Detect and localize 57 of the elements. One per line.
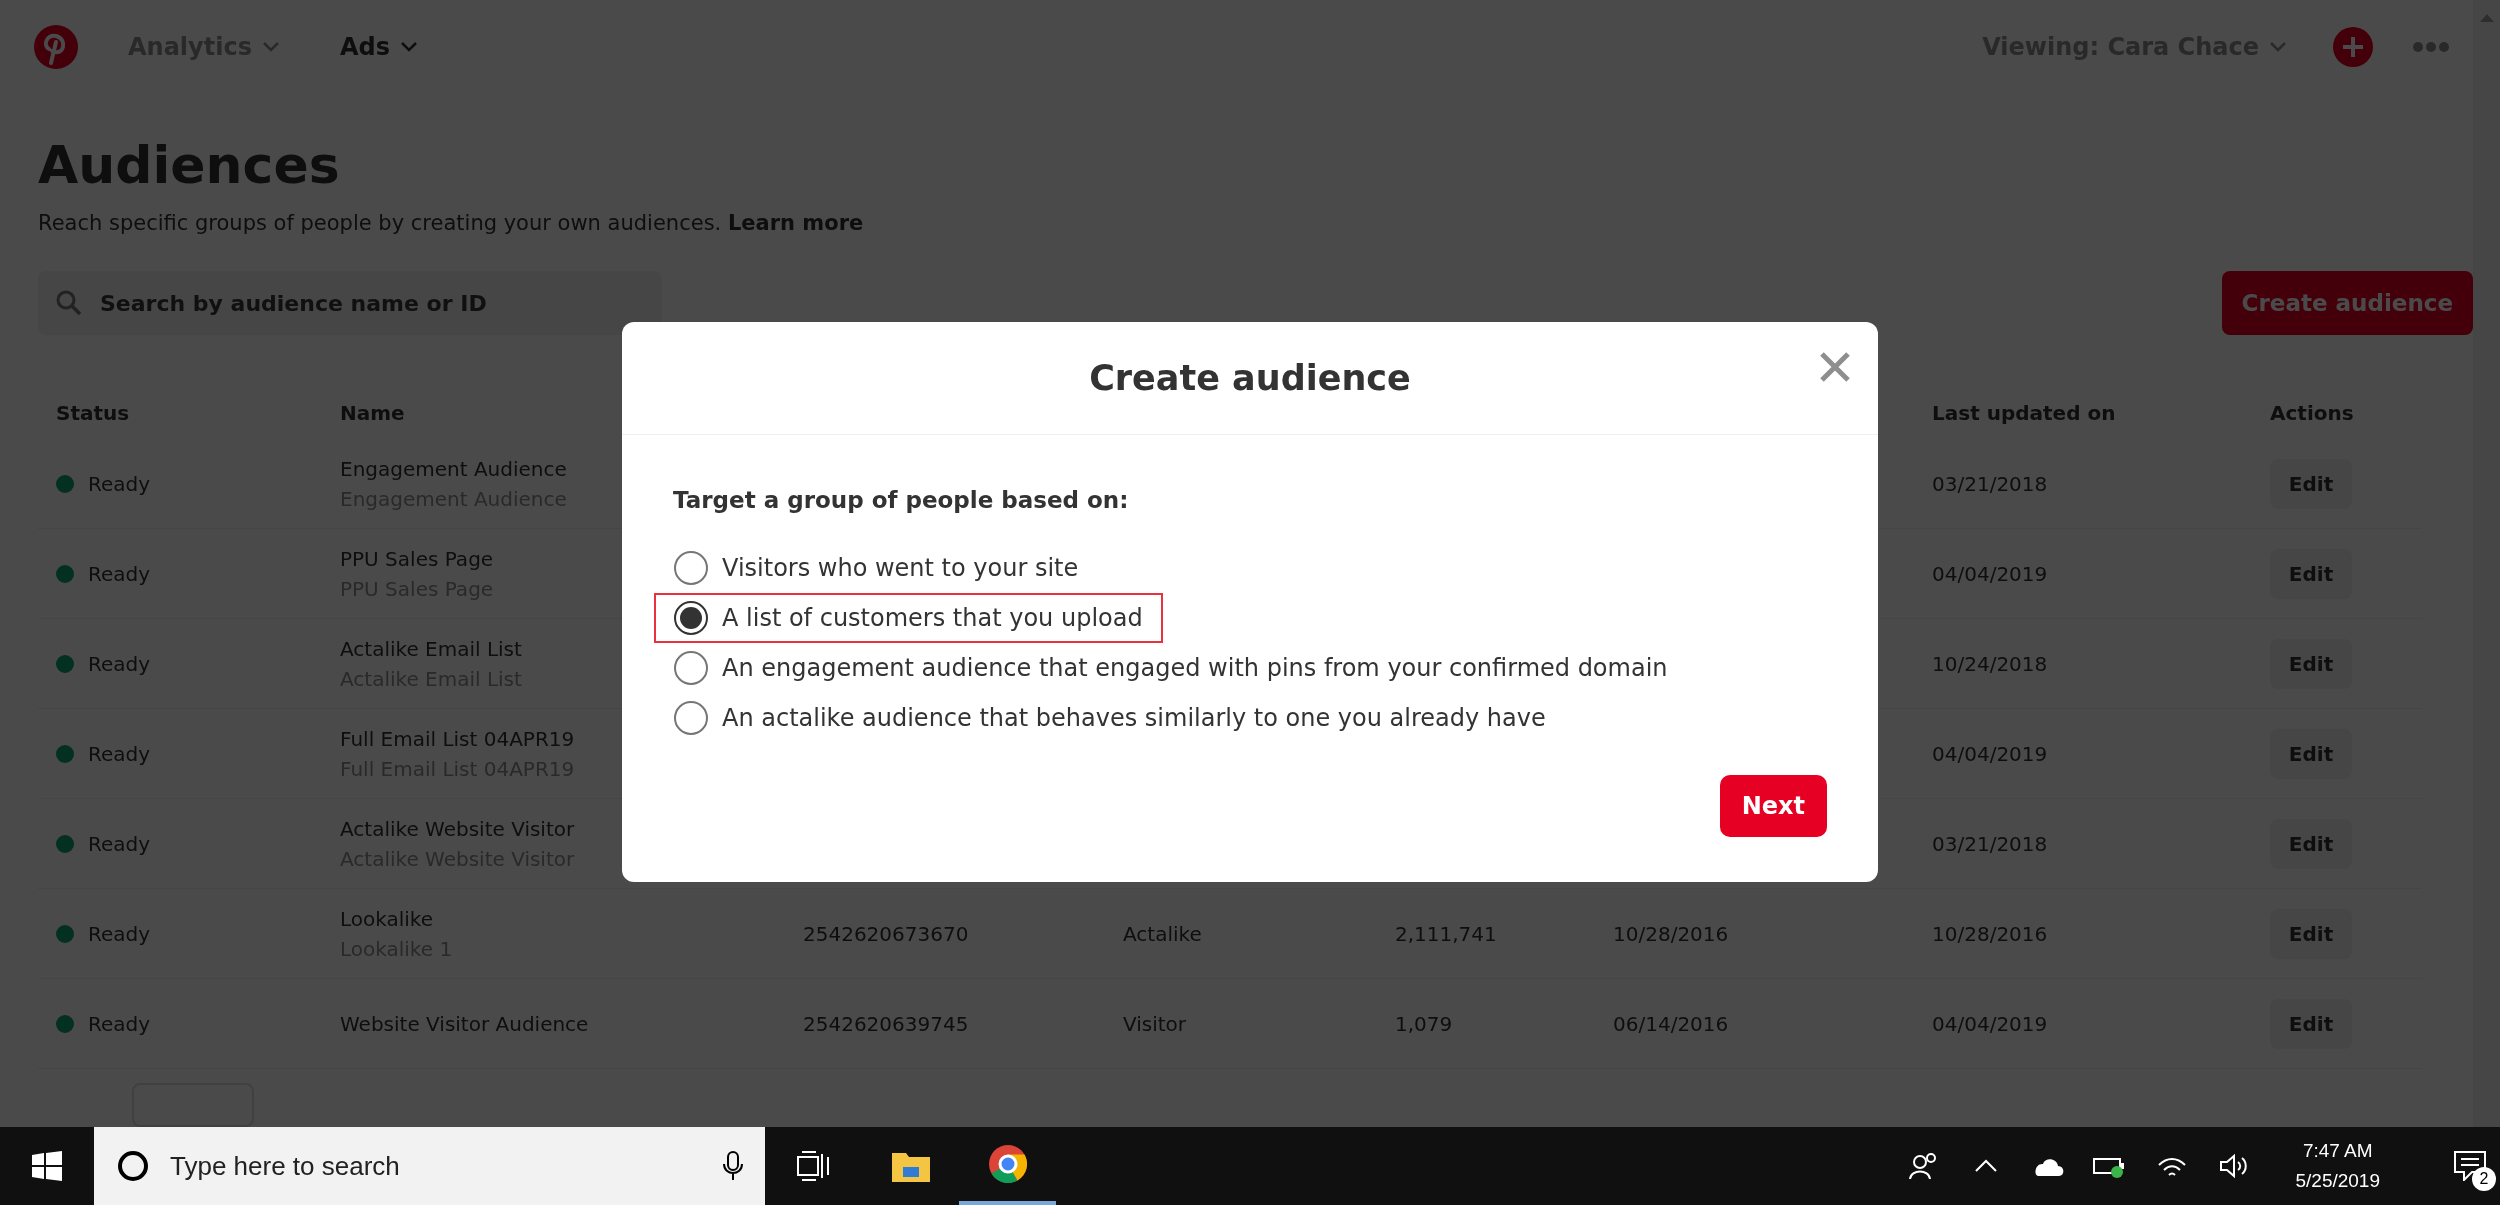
table-cell-text: 10/28/2016 xyxy=(1932,921,2049,946)
time-text: 7:47 AM xyxy=(2302,1140,2373,1162)
status-text: Ready xyxy=(88,561,151,586)
table-cell-text: Visitor xyxy=(1123,1011,1188,1036)
radio-button[interactable] xyxy=(674,551,708,585)
close-icon[interactable] xyxy=(1818,350,1852,384)
radio-button[interactable] xyxy=(674,601,708,635)
table-cell-text: 2,111,741 xyxy=(1395,921,1498,946)
table-cell-text: 04/04/2019 xyxy=(1932,561,2049,586)
status-text: Ready xyxy=(88,1011,151,1036)
table-cell-text: 1,079 xyxy=(1395,1011,1454,1036)
audience-name: PPU Sales Page xyxy=(340,546,494,571)
dialog-title: Create audience xyxy=(1089,358,1411,398)
audience-name: Engagement Audience xyxy=(340,456,567,481)
volume-icon[interactable] xyxy=(2219,1153,2250,1179)
chevron-up-icon[interactable] xyxy=(1974,1159,1999,1173)
audience-name: Lookalike xyxy=(340,906,434,931)
table-cell-text: 03/21/2018 xyxy=(1932,831,2049,856)
column-header: Status xyxy=(55,401,131,425)
status-text: Ready xyxy=(88,471,151,496)
audience-name: Actalike Website Visitor xyxy=(340,816,575,841)
status-text: Ready xyxy=(88,741,151,766)
table-cell-text: 03/21/2018 xyxy=(1932,471,2049,496)
audience-name: Website Visitor Audience xyxy=(340,1011,589,1036)
status-text: Ready xyxy=(88,921,151,946)
table-cell-text: 2542620673670 xyxy=(803,921,970,946)
column-header: Name xyxy=(340,401,406,425)
status-text: Ready xyxy=(88,831,151,856)
audience-type-option[interactable]: An engagement audience that engaged with pins from your confirmed domain xyxy=(654,643,1688,693)
table-cell-text: 06/14/2016 xyxy=(1613,1011,1730,1036)
table-cell-text: 2542620639745 xyxy=(803,1011,970,1036)
radio-button[interactable] xyxy=(674,651,708,685)
windows-start-icon[interactable] xyxy=(32,1151,62,1181)
column-header: Actions xyxy=(2270,401,2355,425)
taskbar-search-field[interactable]: Type here to search xyxy=(94,1127,765,1205)
task-view-icon[interactable] xyxy=(796,1151,831,1181)
clock[interactable]: 7:47 AM 5/25/2019 xyxy=(2265,1140,2410,1192)
column-header: Last updated on xyxy=(1932,401,2117,425)
audience-type-option[interactable]: Visitors who went to your site xyxy=(654,543,1099,593)
table-cell-text: 10/28/2016 xyxy=(1613,921,1730,946)
table-cell-text: 04/04/2019 xyxy=(1932,1011,2049,1036)
audience-name: Actalike Email List xyxy=(340,636,522,661)
status-text: Ready xyxy=(88,651,151,676)
browser-icon[interactable] xyxy=(987,1144,1028,1184)
dialog-prompt: Target a group of people based on: xyxy=(673,487,1130,513)
table-cell-text: Actalike xyxy=(1123,921,1203,946)
table-cell-text: 10/24/2018 xyxy=(1932,651,2049,676)
page-title: Audiences xyxy=(38,134,341,197)
radio-button[interactable] xyxy=(674,701,708,735)
table-cell-text: 04/04/2019 xyxy=(1932,741,2049,766)
date-text: 5/25/2019 xyxy=(2295,1170,2380,1192)
notification-badge: 2 xyxy=(2472,1167,2496,1191)
next-button[interactable]: Next xyxy=(1719,775,1827,837)
microphone-icon[interactable] xyxy=(723,1151,743,1181)
audience-type-option[interactable]: A list of customers that you upload xyxy=(654,593,1163,643)
audience-type-option[interactable]: An actalike audience that behaves similarly to one you already have xyxy=(654,693,1566,743)
audience-name: Full Email List 04APR19 xyxy=(340,726,575,751)
